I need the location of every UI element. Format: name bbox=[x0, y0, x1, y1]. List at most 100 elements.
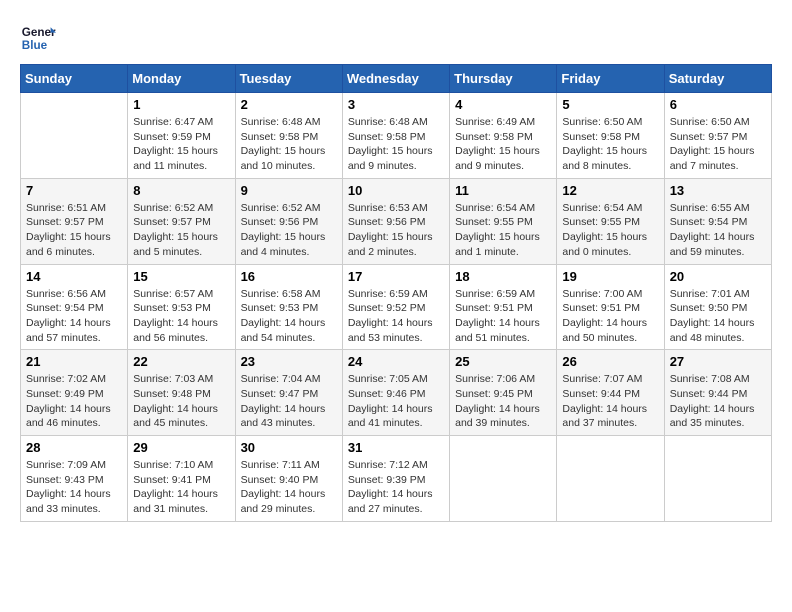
day-number: 17 bbox=[348, 269, 444, 284]
calendar-cell: 30 Sunrise: 7:11 AMSunset: 9:40 PMDayligh… bbox=[235, 436, 342, 522]
day-info: Sunrise: 7:04 AMSunset: 9:47 PMDaylight:… bbox=[241, 372, 337, 431]
calendar-cell: 19 Sunrise: 7:00 AMSunset: 9:51 PMDayligh… bbox=[557, 264, 664, 350]
calendar-cell: 24Sunrise: 7:05 AMSunset: 9:46 PMDayligh… bbox=[342, 350, 449, 436]
calendar-cell: 26Sunrise: 7:07 AMSunset: 9:44 PMDayligh… bbox=[557, 350, 664, 436]
calendar-cell bbox=[557, 436, 664, 522]
day-info: Sunrise: 7:10 AMSunset: 9:41 PMDaylight:… bbox=[133, 458, 229, 517]
calendar-cell: 4Sunrise: 6:49 AMSunset: 9:58 PMDaylight… bbox=[450, 93, 557, 179]
calendar-body: 1Sunrise: 6:47 AMSunset: 9:59 PMDaylight… bbox=[21, 93, 772, 522]
calendar-cell: 16Sunrise: 6:58 AMSunset: 9:53 PMDayligh… bbox=[235, 264, 342, 350]
day-info: Sunrise: 7:12 AMSunset: 9:39 PMDaylight:… bbox=[348, 458, 444, 517]
calendar-cell: 5 Sunrise: 6:50 AMSunset: 9:58 PMDaylight… bbox=[557, 93, 664, 179]
weekday-header-tuesday: Tuesday bbox=[235, 65, 342, 93]
day-number: 25 bbox=[455, 354, 551, 369]
calendar-cell: 3 Sunrise: 6:48 AMSunset: 9:58 PMDaylight… bbox=[342, 93, 449, 179]
day-number: 8 bbox=[133, 183, 229, 198]
calendar-week-row: 7 Sunrise: 6:51 AMSunset: 9:57 PMDaylight… bbox=[21, 178, 772, 264]
day-info: Sunrise: 6:50 AMSunset: 9:58 PMDaylight:… bbox=[562, 115, 658, 174]
day-info: Sunrise: 6:48 AMSunset: 9:58 PMDaylight:… bbox=[348, 115, 444, 174]
day-info: Sunrise: 7:11 AMSunset: 9:40 PMDaylight:… bbox=[241, 458, 337, 517]
day-info: Sunrise: 6:57 AMSunset: 9:53 PMDaylight:… bbox=[133, 287, 229, 346]
day-number: 23 bbox=[241, 354, 337, 369]
day-info: Sunrise: 7:03 AMSunset: 9:48 PMDaylight:… bbox=[133, 372, 229, 431]
day-info: Sunrise: 6:55 AMSunset: 9:54 PMDaylight:… bbox=[670, 201, 766, 260]
day-info: Sunrise: 7:02 AMSunset: 9:49 PMDaylight:… bbox=[26, 372, 122, 431]
calendar-cell: 29Sunrise: 7:10 AMSunset: 9:41 PMDayligh… bbox=[128, 436, 235, 522]
day-number: 22 bbox=[133, 354, 229, 369]
calendar-cell: 17 Sunrise: 6:59 AMSunset: 9:52 PMDayligh… bbox=[342, 264, 449, 350]
calendar-cell: 9 Sunrise: 6:52 AMSunset: 9:56 PMDaylight… bbox=[235, 178, 342, 264]
calendar-cell bbox=[664, 436, 771, 522]
calendar-cell: 31 Sunrise: 7:12 AMSunset: 9:39 PMDayligh… bbox=[342, 436, 449, 522]
calendar-cell: 14Sunrise: 6:56 AMSunset: 9:54 PMDayligh… bbox=[21, 264, 128, 350]
calendar-cell: 6Sunrise: 6:50 AMSunset: 9:57 PMDaylight… bbox=[664, 93, 771, 179]
calendar-week-row: 28Sunrise: 7:09 AMSunset: 9:43 PMDayligh… bbox=[21, 436, 772, 522]
day-number: 31 bbox=[348, 440, 444, 455]
weekday-header-sunday: Sunday bbox=[21, 65, 128, 93]
day-info: Sunrise: 7:08 AMSunset: 9:44 PMDaylight:… bbox=[670, 372, 766, 431]
day-info: Sunrise: 6:48 AMSunset: 9:58 PMDaylight:… bbox=[241, 115, 337, 174]
day-number: 6 bbox=[670, 97, 766, 112]
day-number: 26 bbox=[562, 354, 658, 369]
calendar-cell: 18 Sunrise: 6:59 AMSunset: 9:51 PMDayligh… bbox=[450, 264, 557, 350]
calendar-cell: 28Sunrise: 7:09 AMSunset: 9:43 PMDayligh… bbox=[21, 436, 128, 522]
calendar-cell: 23 Sunrise: 7:04 AMSunset: 9:47 PMDayligh… bbox=[235, 350, 342, 436]
day-info: Sunrise: 7:09 AMSunset: 9:43 PMDaylight:… bbox=[26, 458, 122, 517]
day-info: Sunrise: 6:51 AMSunset: 9:57 PMDaylight:… bbox=[26, 201, 122, 260]
day-info: Sunrise: 6:52 AMSunset: 9:56 PMDaylight:… bbox=[241, 201, 337, 260]
weekday-header-thursday: Thursday bbox=[450, 65, 557, 93]
logo-icon: General Blue bbox=[20, 20, 56, 56]
day-number: 9 bbox=[241, 183, 337, 198]
day-info: Sunrise: 6:54 AMSunset: 9:55 PMDaylight:… bbox=[455, 201, 551, 260]
day-number: 2 bbox=[241, 97, 337, 112]
day-number: 13 bbox=[670, 183, 766, 198]
day-number: 27 bbox=[670, 354, 766, 369]
day-info: Sunrise: 6:49 AMSunset: 9:58 PMDaylight:… bbox=[455, 115, 551, 174]
day-number: 30 bbox=[241, 440, 337, 455]
calendar-table: SundayMondayTuesdayWednesdayThursdayFrid… bbox=[20, 64, 772, 522]
page-header: General Blue bbox=[20, 20, 772, 56]
day-number: 10 bbox=[348, 183, 444, 198]
day-info: Sunrise: 6:53 AMSunset: 9:56 PMDaylight:… bbox=[348, 201, 444, 260]
calendar-cell: 10 Sunrise: 6:53 AMSunset: 9:56 PMDayligh… bbox=[342, 178, 449, 264]
calendar-cell: 13 Sunrise: 6:55 AMSunset: 9:54 PMDayligh… bbox=[664, 178, 771, 264]
day-number: 21 bbox=[26, 354, 122, 369]
calendar-week-row: 21 Sunrise: 7:02 AMSunset: 9:49 PMDayligh… bbox=[21, 350, 772, 436]
day-info: Sunrise: 6:59 AMSunset: 9:52 PMDaylight:… bbox=[348, 287, 444, 346]
calendar-cell: 12Sunrise: 6:54 AMSunset: 9:55 PMDayligh… bbox=[557, 178, 664, 264]
day-number: 19 bbox=[562, 269, 658, 284]
day-number: 3 bbox=[348, 97, 444, 112]
calendar-cell: 11 Sunrise: 6:54 AMSunset: 9:55 PMDayligh… bbox=[450, 178, 557, 264]
day-info: Sunrise: 7:01 AMSunset: 9:50 PMDaylight:… bbox=[670, 287, 766, 346]
calendar-cell: 27 Sunrise: 7:08 AMSunset: 9:44 PMDayligh… bbox=[664, 350, 771, 436]
day-info: Sunrise: 6:56 AMSunset: 9:54 PMDaylight:… bbox=[26, 287, 122, 346]
calendar-week-row: 14Sunrise: 6:56 AMSunset: 9:54 PMDayligh… bbox=[21, 264, 772, 350]
day-number: 11 bbox=[455, 183, 551, 198]
day-number: 7 bbox=[26, 183, 122, 198]
day-number: 5 bbox=[562, 97, 658, 112]
day-info: Sunrise: 6:59 AMSunset: 9:51 PMDaylight:… bbox=[455, 287, 551, 346]
svg-text:Blue: Blue bbox=[22, 39, 48, 52]
calendar-cell: 20 Sunrise: 7:01 AMSunset: 9:50 PMDayligh… bbox=[664, 264, 771, 350]
calendar-header-row: SundayMondayTuesdayWednesdayThursdayFrid… bbox=[21, 65, 772, 93]
logo: General Blue bbox=[20, 20, 56, 56]
day-number: 18 bbox=[455, 269, 551, 284]
weekday-header-saturday: Saturday bbox=[664, 65, 771, 93]
day-info: Sunrise: 6:58 AMSunset: 9:53 PMDaylight:… bbox=[241, 287, 337, 346]
calendar-cell: 21 Sunrise: 7:02 AMSunset: 9:49 PMDayligh… bbox=[21, 350, 128, 436]
day-info: Sunrise: 6:54 AMSunset: 9:55 PMDaylight:… bbox=[562, 201, 658, 260]
day-info: Sunrise: 7:06 AMSunset: 9:45 PMDaylight:… bbox=[455, 372, 551, 431]
calendar-cell: 1Sunrise: 6:47 AMSunset: 9:59 PMDaylight… bbox=[128, 93, 235, 179]
calendar-cell: 7 Sunrise: 6:51 AMSunset: 9:57 PMDaylight… bbox=[21, 178, 128, 264]
calendar-cell bbox=[450, 436, 557, 522]
weekday-header-friday: Friday bbox=[557, 65, 664, 93]
weekday-header-monday: Monday bbox=[128, 65, 235, 93]
day-info: Sunrise: 7:00 AMSunset: 9:51 PMDaylight:… bbox=[562, 287, 658, 346]
day-number: 20 bbox=[670, 269, 766, 284]
calendar-cell: 8 Sunrise: 6:52 AMSunset: 9:57 PMDaylight… bbox=[128, 178, 235, 264]
calendar-cell: 25 Sunrise: 7:06 AMSunset: 9:45 PMDayligh… bbox=[450, 350, 557, 436]
day-info: Sunrise: 6:52 AMSunset: 9:57 PMDaylight:… bbox=[133, 201, 229, 260]
day-number: 24 bbox=[348, 354, 444, 369]
day-number: 15 bbox=[133, 269, 229, 284]
calendar-week-row: 1Sunrise: 6:47 AMSunset: 9:59 PMDaylight… bbox=[21, 93, 772, 179]
